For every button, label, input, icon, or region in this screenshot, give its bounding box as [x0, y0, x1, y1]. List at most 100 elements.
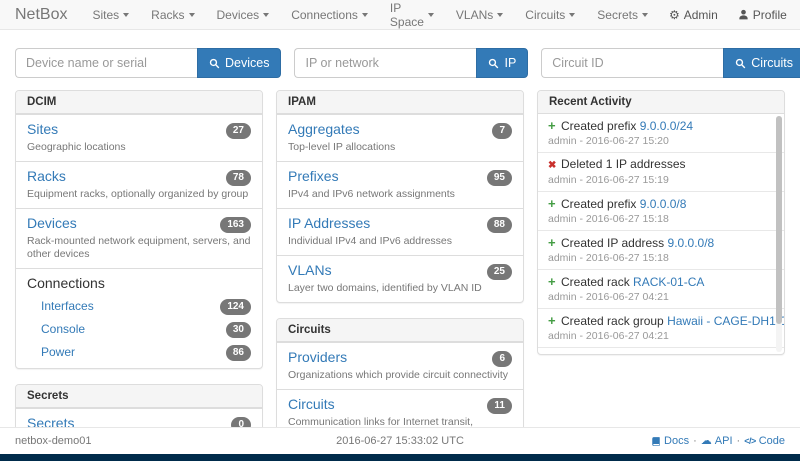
providers-description: Organizations which provide circuit conn… [288, 369, 512, 382]
sites-link[interactable]: Sites [27, 121, 58, 138]
circuits-panel-title: Circuits [277, 319, 523, 342]
chevron-down-icon [263, 13, 269, 17]
chevron-down-icon [189, 13, 195, 17]
docs-link[interactable]: Docs [651, 435, 689, 447]
list-item-aggregates: Aggregates7 Top-level IP allocations [277, 114, 523, 161]
activity-action: Modified device type [561, 352, 670, 354]
activity-object-link[interactable]: 9.0.0.0/8 [640, 197, 687, 211]
activity-item: +Created prefix 9.0.0.0/8 admin - 2016-0… [538, 191, 784, 230]
nav-circuits[interactable]: Circuits [514, 0, 586, 29]
device-search-group: Devices [15, 48, 281, 78]
activity-item: ✎Modified device type Dell PowerEdge R63… [538, 347, 784, 354]
devices-description: Rack-mounted network equipment, servers,… [27, 235, 251, 261]
racks-link[interactable]: Racks [27, 168, 66, 185]
hostname-label: netbox-demo01 [15, 435, 91, 447]
secrets-panel-title: Secrets [16, 385, 262, 408]
ip-search-button[interactable]: IP [476, 48, 528, 78]
prefixes-count-badge: 95 [487, 170, 512, 186]
activity-object-link[interactable]: Hawaii - CAGE-DH1-01 [667, 314, 784, 328]
devices-link[interactable]: Devices [27, 215, 77, 232]
vlans-link[interactable]: VLANs [288, 262, 332, 279]
admin-link[interactable]: ⚙Admin [659, 0, 728, 29]
column-ipam: IPAM Aggregates7 Top-level IP allocation… [276, 90, 524, 461]
dcim-panel-title: DCIM [16, 91, 262, 114]
code-label: Code [759, 435, 785, 447]
activity-item: ✖Deleted 1 IP addresses admin - 2016-06-… [538, 152, 784, 191]
nav-ip-space-label: IP Space [390, 1, 424, 29]
nav-secrets[interactable]: Secrets [586, 0, 659, 29]
profile-link[interactable]: Profile [728, 0, 797, 29]
list-item-vlans: VLANs25 Layer two domains, identified by… [277, 255, 523, 302]
code-link[interactable]: </> Code [744, 435, 785, 447]
book-icon [651, 436, 661, 447]
console-link[interactable]: Console [41, 322, 85, 336]
nav-sites-label: Sites [92, 8, 119, 22]
activity-action: Created rack [561, 275, 630, 289]
circuits-count-badge: 11 [487, 398, 512, 414]
providers-link[interactable]: Providers [288, 349, 347, 366]
nav-ip-space[interactable]: IP Space [379, 0, 445, 29]
connections-row-console: Console30 [41, 320, 251, 338]
activity-scrollbar[interactable] [776, 116, 782, 352]
circuits-link[interactable]: Circuits [288, 396, 335, 413]
activity-object-link[interactable]: Dell PowerEdge R630 [674, 352, 784, 354]
sites-description: Geographic locations [27, 141, 251, 154]
dashboard-content: DCIM Sites27 Geographic locations Racks7… [15, 90, 785, 461]
activity-item: +Created IP address 9.0.0.0/8 admin - 20… [538, 230, 784, 269]
chevron-down-icon [642, 13, 648, 17]
api-link[interactable]: ☁ API [701, 435, 733, 447]
list-item-connections: Connections Interfaces124 Console30 Powe… [16, 268, 262, 368]
nav-connections-label: Connections [291, 8, 358, 22]
activity-meta: admin - 2016-06-27 15:18 [548, 213, 768, 226]
nav-racks[interactable]: Racks [140, 0, 205, 29]
device-search-button[interactable]: Devices [197, 48, 281, 78]
recent-activity-title: Recent Activity [538, 91, 784, 114]
gear-icon: ⚙ [669, 9, 680, 21]
interfaces-count-badge: 124 [220, 299, 251, 315]
racks-description: Equipment racks, optionally organized by… [27, 188, 251, 201]
connections-row-power: Power86 [41, 343, 251, 361]
interfaces-link[interactable]: Interfaces [41, 299, 94, 313]
list-item-devices: Devices163 Rack-mounted network equipmen… [16, 208, 262, 268]
nav-secrets-label: Secrets [597, 8, 638, 22]
circuit-search-button[interactable]: Circuits [723, 48, 800, 78]
nav-vlans[interactable]: VLANs [445, 0, 514, 29]
ip-search-input[interactable] [294, 48, 476, 78]
ip-addresses-count-badge: 88 [487, 217, 512, 233]
nav-vlans-label: VLANs [456, 8, 493, 22]
circuit-search-input[interactable] [541, 48, 723, 78]
brand-logo[interactable]: NetBox [0, 6, 81, 24]
column-activity: Recent Activity +Created prefix 9.0.0.0/… [537, 90, 785, 370]
circuit-search-group: Circuits [541, 48, 800, 78]
activity-item: +Created rack RACK-01-CA admin - 2016-06… [538, 269, 784, 308]
prefixes-link[interactable]: Prefixes [288, 168, 339, 185]
ip-addresses-link[interactable]: IP Addresses [288, 215, 370, 232]
aggregates-link[interactable]: Aggregates [288, 121, 360, 138]
activity-object-link[interactable]: RACK-01-CA [633, 275, 704, 289]
scrollbar-thumb[interactable] [776, 116, 782, 324]
activity-object-link[interactable]: 9.0.0.0/8 [668, 236, 715, 250]
chevron-down-icon [428, 13, 434, 17]
user-menu: ⚙Admin Profile Log out [659, 0, 800, 29]
nav-connections[interactable]: Connections [280, 0, 379, 29]
nav-devices[interactable]: Devices [206, 0, 281, 29]
ipam-panel: IPAM Aggregates7 Top-level IP allocation… [276, 90, 524, 303]
delete-icon: ✖ [548, 158, 561, 173]
activity-object-link[interactable]: 9.0.0.0/24 [640, 119, 693, 133]
device-search-button-label: Devices [225, 56, 269, 70]
chevron-down-icon [362, 13, 368, 17]
activity-meta: admin - 2016-06-27 15:18 [548, 252, 768, 265]
code-icon: </> [744, 436, 756, 446]
nav-sites[interactable]: Sites [81, 0, 140, 29]
device-search-input[interactable] [15, 48, 197, 78]
recent-activity-list: +Created prefix 9.0.0.0/24 admin - 2016-… [538, 114, 784, 354]
activity-meta: admin - 2016-06-27 04:21 [548, 291, 768, 304]
activity-item: +Created rack group Hawaii - CAGE-DH1-01… [538, 308, 784, 347]
aggregates-description: Top-level IP allocations [288, 141, 512, 154]
activity-action: Created prefix [561, 197, 636, 211]
column-dcim: DCIM Sites27 Geographic locations Racks7… [15, 90, 263, 461]
dcim-panel: DCIM Sites27 Geographic locations Racks7… [15, 90, 263, 369]
power-link[interactable]: Power [41, 345, 75, 359]
activity-meta: admin - 2016-06-27 15:19 [548, 174, 768, 187]
person-icon [738, 9, 749, 20]
